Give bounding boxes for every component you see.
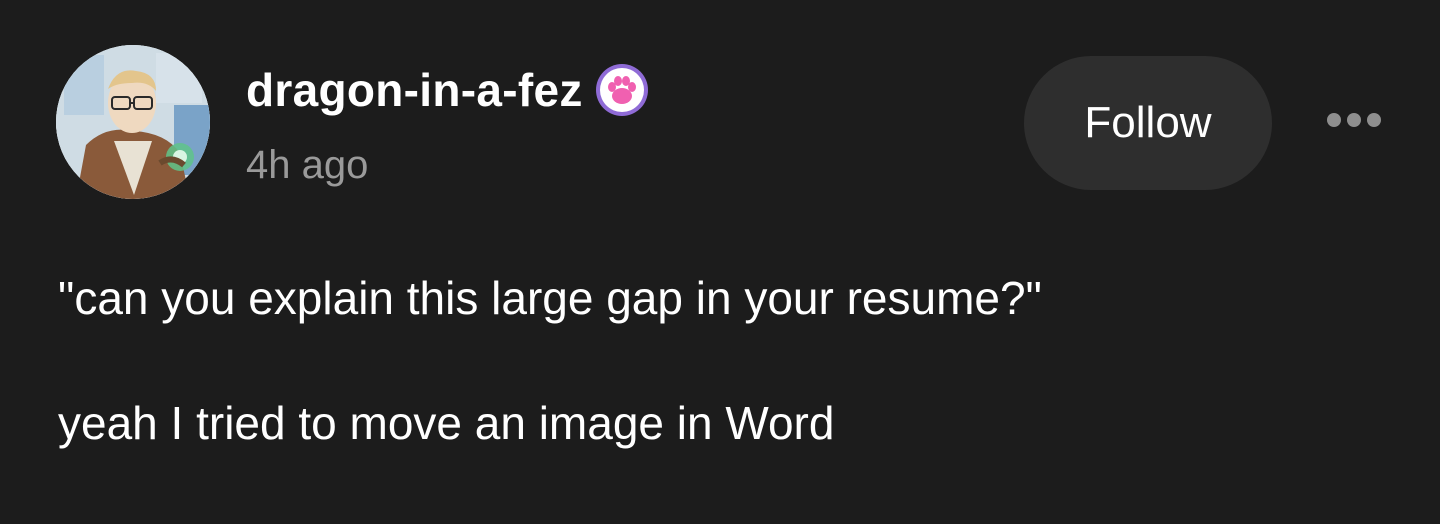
avatar[interactable]: [56, 45, 210, 199]
ellipsis-icon: [1327, 113, 1381, 127]
post-body-paragraph: yeah I tried to move an image in Word: [58, 397, 835, 449]
paw-print-badge-icon[interactable]: [595, 63, 649, 117]
post-card: dragon-in-a-fez 4h ago Follow "can you e…: [0, 0, 1440, 524]
post-timestamp[interactable]: 4h ago: [246, 145, 368, 185]
follow-button[interactable]: Follow: [1024, 56, 1272, 190]
author-username[interactable]: dragon-in-a-fez: [246, 67, 583, 113]
more-options-button[interactable]: [1318, 100, 1390, 140]
post-body-paragraph: "can you explain this large gap in your …: [58, 272, 1042, 324]
author-row: dragon-in-a-fez: [246, 62, 649, 118]
avatar-image: [56, 45, 210, 199]
